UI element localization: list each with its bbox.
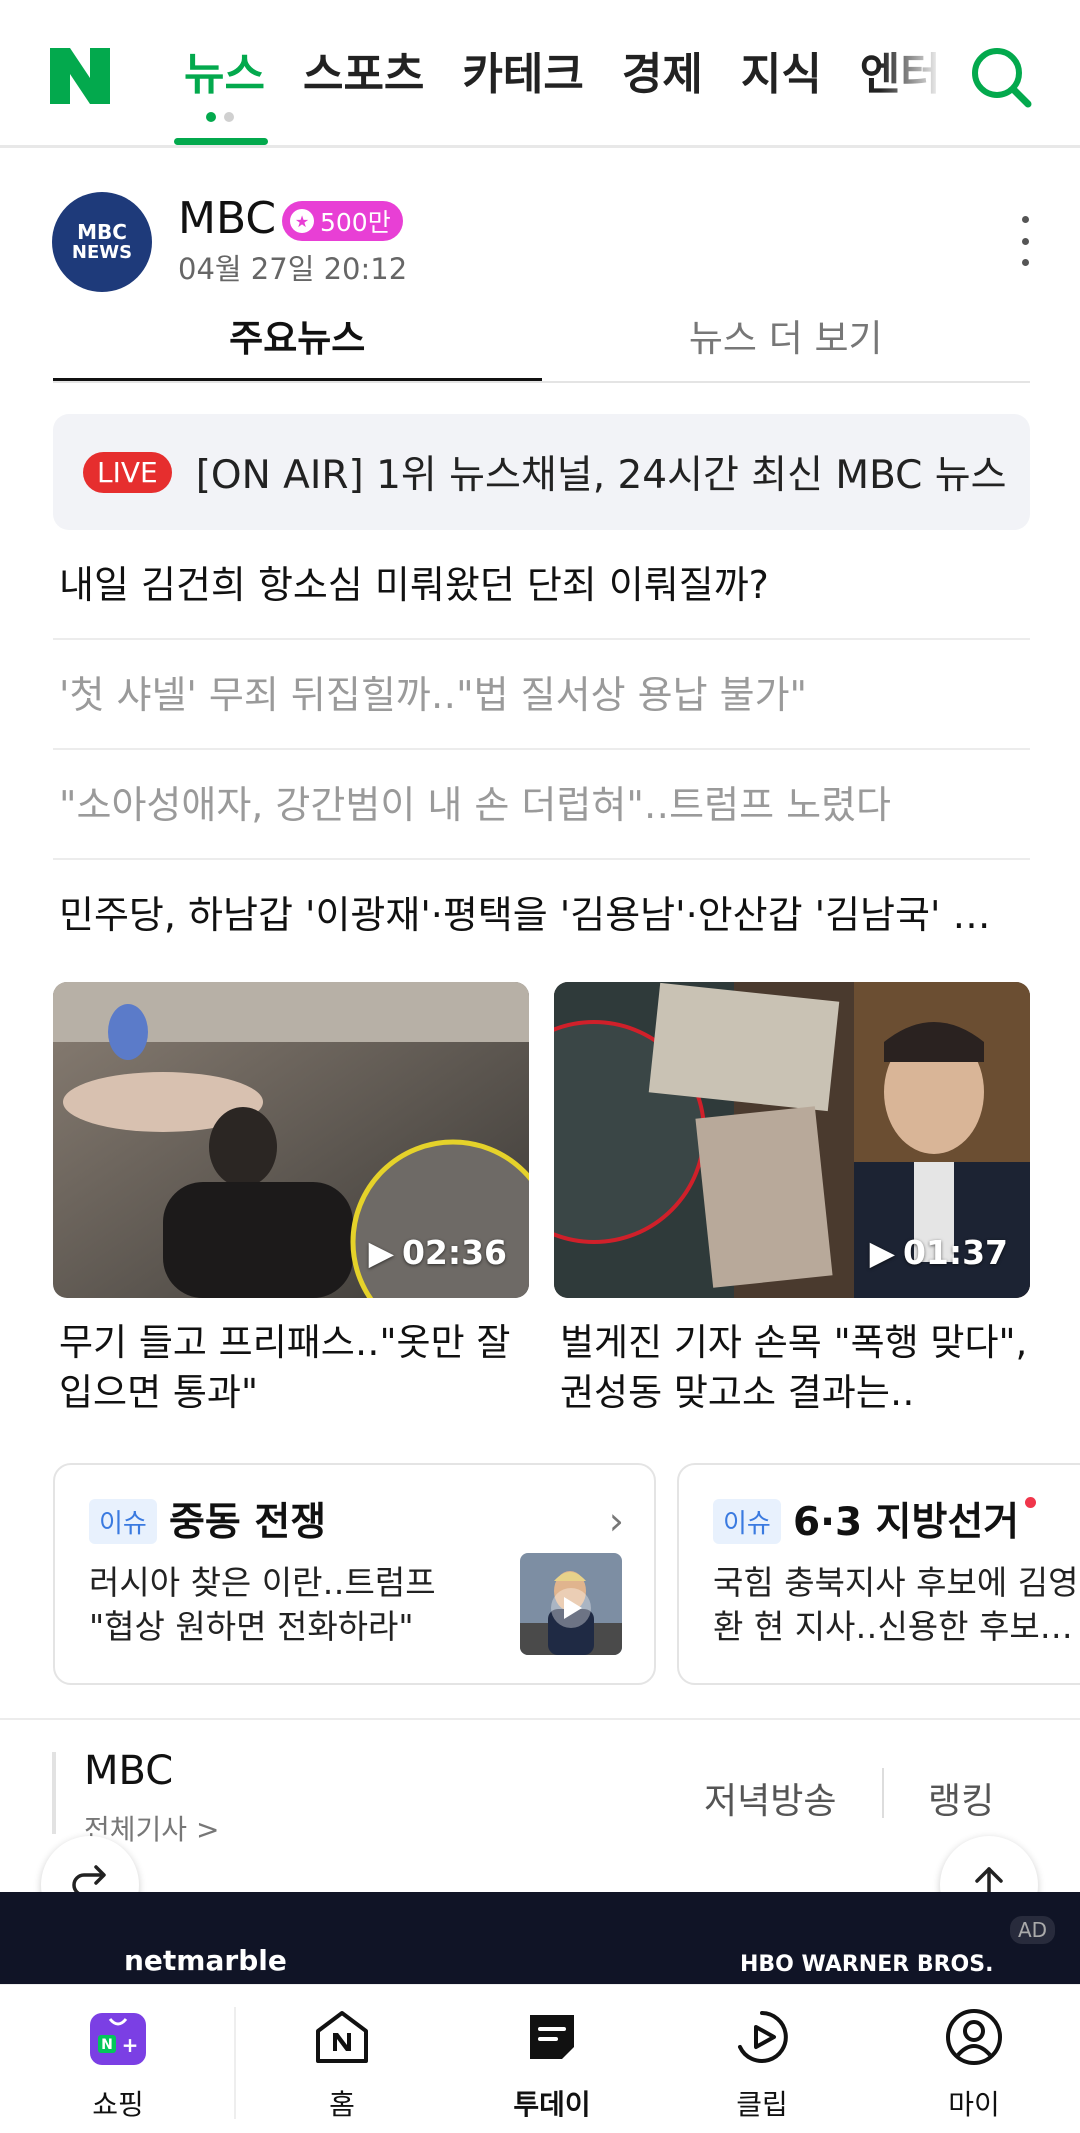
subtab-main-news[interactable]: 주요뉴스 (53, 306, 542, 381)
issue-title: 6·3 지방선거 (793, 1491, 1037, 1547)
live-badge: LIVE (83, 451, 172, 493)
issue-thumbnail[interactable] (520, 1553, 622, 1655)
tab-page-dots (206, 112, 234, 122)
issue-card[interactable]: 이슈 6·3 지방선거 국힘 충북지사 후보에 김영 환 현 지사‥신용한 후보… (677, 1463, 1080, 1685)
issue-summary: 러시아 찾은 이란‥트럼프 "협상 원하면 전화하라" (89, 1563, 436, 1646)
headline-item[interactable]: '첫 샤넬' 무죄 뒤집힐까‥"법 질서상 용납 불가" (53, 640, 1030, 750)
tab-economy[interactable]: 경제 (603, 40, 722, 110)
ad-brand: netmarble (124, 1944, 287, 1977)
video-duration: ▶ 01:37 (869, 1233, 1008, 1272)
subtab-more-news[interactable]: 뉴스 더 보기 (542, 306, 1031, 381)
video-thumbnail[interactable]: ▶ 02:36 (53, 982, 529, 1298)
headline-item[interactable]: 내일 김건희 항소심 미뤄왔던 단죄 이뤄질까? (53, 530, 1030, 640)
bottom-nav-home[interactable]: 홈 (282, 2007, 402, 2123)
press-name[interactable]: MBC (178, 192, 276, 246)
video-card[interactable]: ▶ 02:36 무기 들고 프리패스‥"옷만 잘 입으면 통과" (53, 982, 529, 1418)
bottom-nav: N + 쇼핑 홈 투데이 클립 마이 (0, 1984, 1080, 2133)
headline-item[interactable]: 민주당, 하남갑 '이광재'·평택을 '김용남'·안산갑 '김남국' … (53, 860, 1030, 970)
clip-play-icon (738, 2011, 788, 2063)
video-title[interactable]: 무기 들고 프리패스‥"옷만 잘 입으면 통과" (53, 1318, 529, 1418)
issue-title: 중동 전쟁 (169, 1500, 327, 1545)
press-date: 04월 27일 20:12 (178, 252, 408, 286)
subscriber-badge: ★ 500만 (282, 201, 403, 241)
issue-card[interactable]: 이슈 중동 전쟁 › 러시아 찾은 이란‥트럼프 "협상 원하면 전화하라" (53, 1463, 656, 1685)
today-icon (530, 2015, 574, 2059)
ranking-link[interactable]: 랭킹 (928, 1772, 994, 1824)
video-thumbnail[interactable]: ▶ 01:37 (554, 982, 1030, 1298)
svg-text:+: + (122, 2033, 139, 2057)
video-duration: ▶ 02:36 (368, 1233, 507, 1272)
tab-knowledge[interactable]: 지식 (722, 40, 841, 110)
bottom-nav-today[interactable]: 투데이 (492, 2007, 612, 2123)
bottom-nav-shopping[interactable]: N + 쇼핑 (58, 2007, 178, 2123)
active-tab-indicator (174, 138, 268, 145)
issue-badge: 이슈 (89, 1499, 157, 1544)
category-tabs: 뉴스 스포츠 카테크 경제 지식 엔터 (165, 40, 960, 110)
chevron-right-icon: › (608, 1499, 624, 1543)
new-dot (1025, 1497, 1037, 1508)
svg-text:N: N (101, 2037, 113, 2053)
naver-logo[interactable] (50, 48, 110, 104)
tab-news[interactable]: 뉴스 (165, 40, 284, 110)
play-icon: ▶ (869, 1233, 895, 1272)
headline-item[interactable]: "소아성애자, 강간범이 내 손 더럽혀"‥트럼프 노렸다 (53, 750, 1030, 860)
video-card[interactable]: ▶ 01:37 벌게진 기자 손목 "폭행 맞다", 권성동 맞고소 결과는‥ (554, 982, 1030, 1418)
ad-partners: HBO WARNER BROS. (740, 1952, 994, 1977)
more-options-icon[interactable] (1010, 216, 1040, 266)
live-text: [ON AIR] 1위 뉴스채널, 24시간 최신 MBC 뉴스 (195, 453, 1007, 498)
search-icon[interactable] (968, 44, 1034, 110)
profile-icon (946, 2009, 1002, 2065)
live-banner[interactable]: LIVE [ON AIR] 1위 뉴스채널, 24시간 최신 MBC 뉴스 (53, 414, 1030, 530)
press-logo[interactable]: MBC NEWS (52, 192, 152, 292)
issue-badge: 이슈 (713, 1499, 781, 1544)
tab-car-tech[interactable]: 카테크 (443, 40, 602, 110)
video-title[interactable]: 벌게진 기자 손목 "폭행 맞다", 권성동 맞고소 결과는‥ (554, 1318, 1030, 1418)
star-icon: ★ (290, 209, 314, 233)
subscriber-count: 500만 (320, 208, 391, 237)
tab-sports[interactable]: 스포츠 (284, 40, 443, 110)
play-icon: ▶ (368, 1233, 394, 1272)
home-icon (316, 2011, 368, 2063)
ad-tag: AD (1010, 1916, 1056, 1944)
bottom-nav-clip[interactable]: 클립 (702, 2007, 822, 2123)
footer-press-name[interactable]: MBC (84, 1748, 173, 1794)
bottom-nav-my[interactable]: 마이 (914, 2007, 1034, 2123)
evening-broadcast-link[interactable]: 저녁방송 (704, 1772, 836, 1824)
top-nav: 뉴스 스포츠 카테크 경제 지식 엔터 (0, 0, 1080, 148)
shopping-icon: N + (90, 2013, 146, 2065)
issue-summary: 국힘 충북지사 후보에 김영 환 현 지사‥신용한 후보… (713, 1563, 1079, 1646)
press-subtabs: 주요뉴스 뉴스 더 보기 (53, 306, 1030, 383)
